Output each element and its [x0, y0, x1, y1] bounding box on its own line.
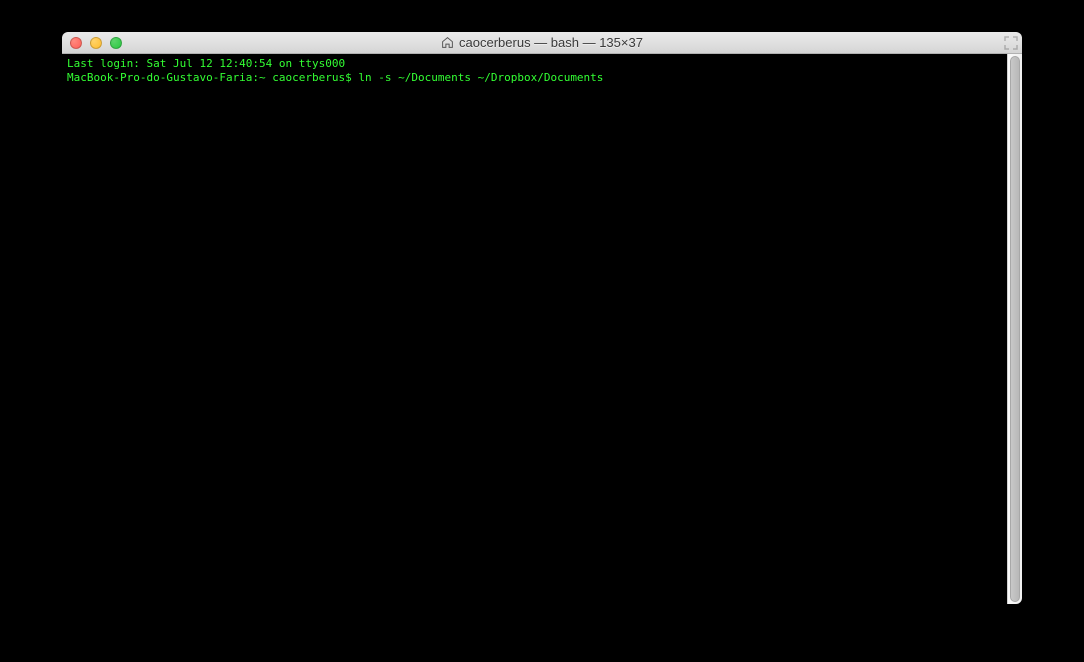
scrollbar-thumb[interactable] [1010, 56, 1020, 602]
terminal-window: caocerberus — bash — 135×37 Last login: … [62, 32, 1022, 604]
terminal-line: MacBook-Pro-do-Gustavo-Faria:~ caocerber… [67, 71, 1002, 85]
terminal-content[interactable]: Last login: Sat Jul 12 12:40:54 on ttys0… [62, 54, 1007, 604]
title-wrap: caocerberus — bash — 135×37 [62, 32, 1022, 53]
zoom-button[interactable] [110, 37, 122, 49]
terminal-body: Last login: Sat Jul 12 12:40:54 on ttys0… [62, 54, 1022, 604]
fullscreen-icon[interactable] [1004, 36, 1018, 50]
window-title: caocerberus — bash — 135×37 [459, 35, 643, 50]
home-icon [441, 36, 454, 49]
traffic-lights [70, 37, 122, 49]
titlebar[interactable]: caocerberus — bash — 135×37 [62, 32, 1022, 54]
minimize-button[interactable] [90, 37, 102, 49]
scrollbar[interactable] [1007, 54, 1022, 604]
close-button[interactable] [70, 37, 82, 49]
terminal-line: Last login: Sat Jul 12 12:40:54 on ttys0… [67, 57, 1002, 71]
